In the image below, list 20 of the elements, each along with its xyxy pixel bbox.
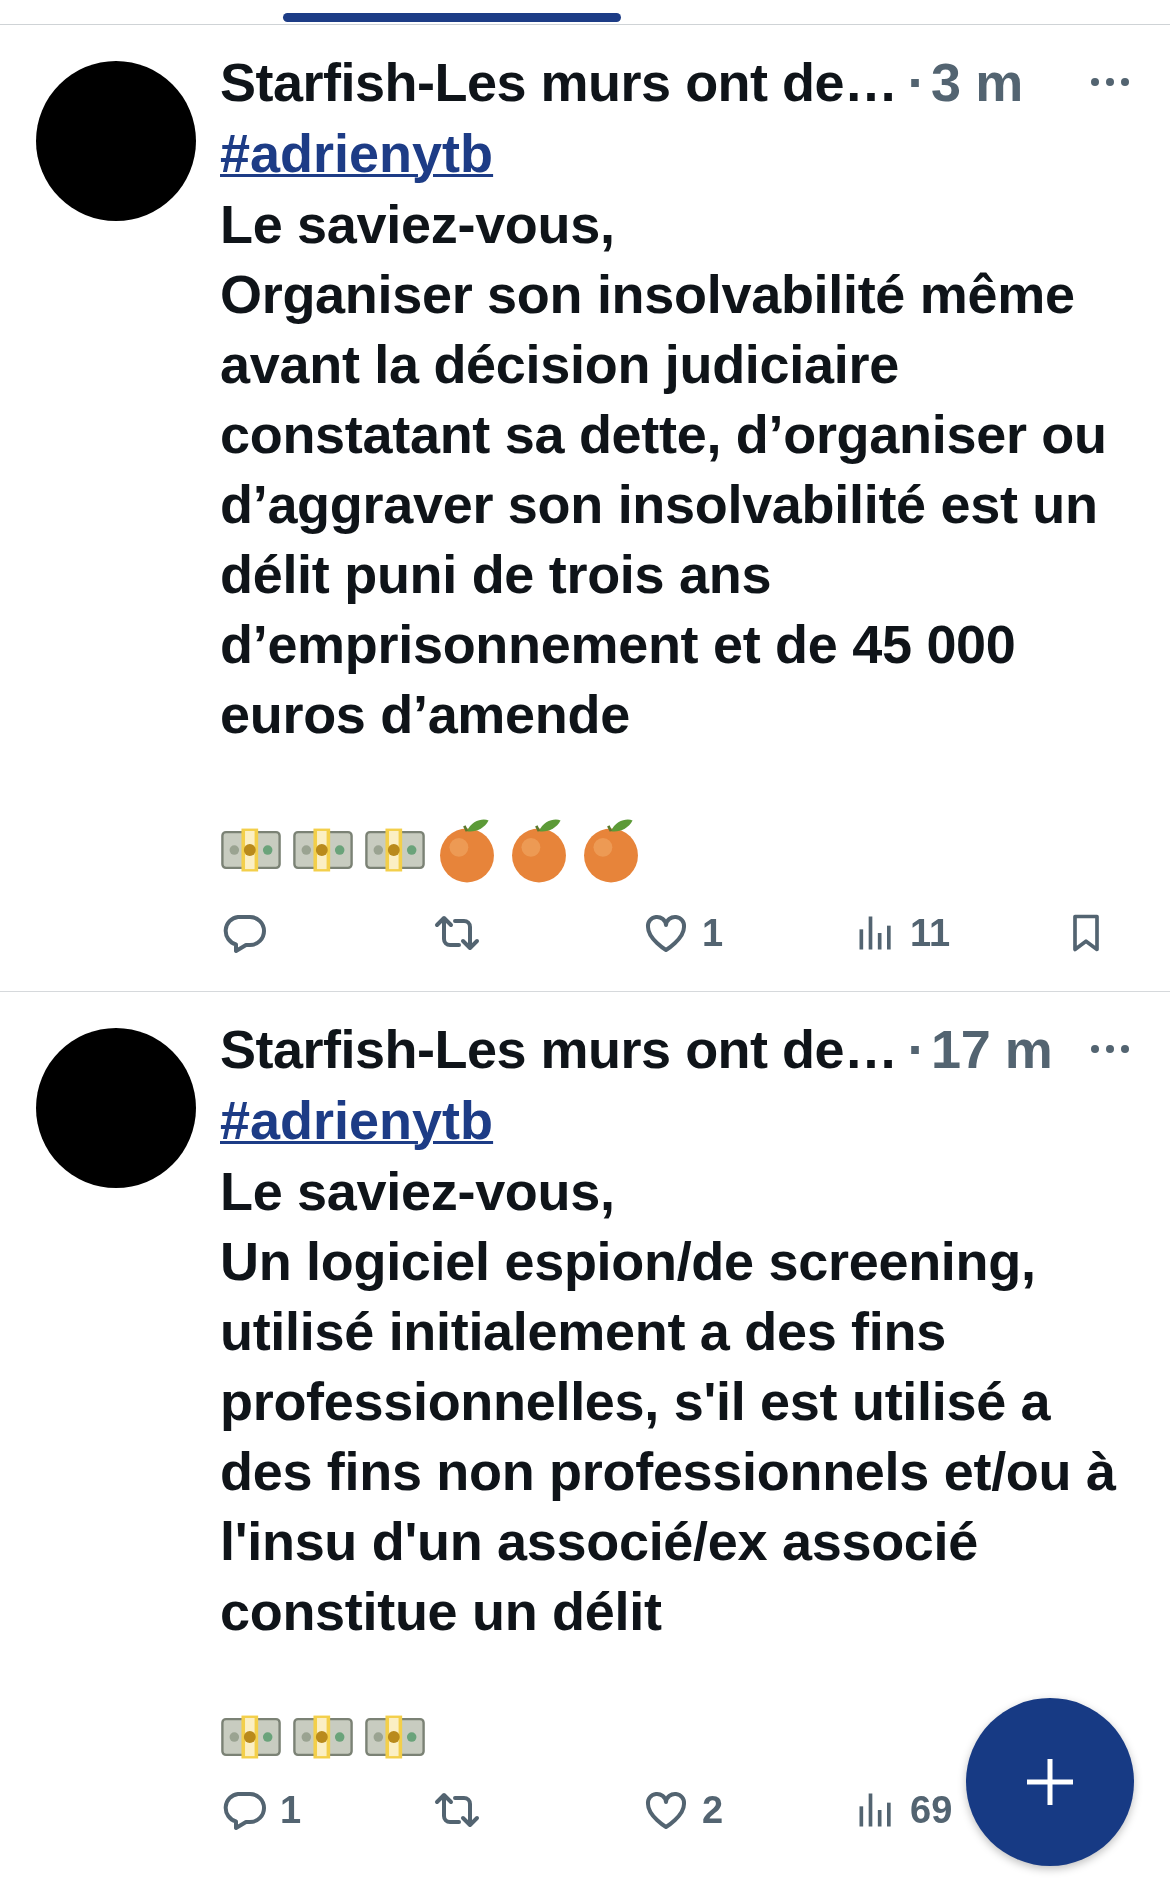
- more-icon[interactable]: [1090, 1044, 1130, 1055]
- post-time: 3 m: [931, 51, 1023, 113]
- author-name[interactable]: Starfish-Les murs ont de…: [220, 1018, 898, 1081]
- like-button[interactable]: 1: [642, 905, 724, 962]
- reply-button[interactable]: 1: [220, 1782, 302, 1839]
- views-button[interactable]: 11: [854, 905, 951, 962]
- post-text: Un logiciel espion/de screening, utilisé initialement a des fins professionnelles, s'il est utilisé a des fins non professionnels et/ou à l'insu d'un associé/ex associé constitue un délit: [220, 1230, 1118, 1644]
- separator-dot: ·: [907, 51, 926, 113]
- post-text: Organiser son insolvabilité même avant la décision judiciaire constatant sa dette, d’organiser ou d’aggraver son insolvabilité est un délit puni de trois ans d’emprisonnement et de 45 000 euros d’amende: [220, 263, 1108, 746]
- more-icon[interactable]: [1090, 77, 1130, 87]
- author-name[interactable]: Starfish-Les murs ont de…: [220, 51, 898, 113]
- post-text: Le saviez-vous,: [220, 193, 616, 256]
- hashtag-link[interactable]: #adrienytb: [220, 1084, 494, 1157]
- hashtag-link[interactable]: #adrienytb: [220, 117, 494, 189]
- like-button[interactable]: 2: [642, 1782, 724, 1839]
- views-button[interactable]: 69: [854, 1782, 953, 1839]
- post-time: 17 m: [931, 1018, 1053, 1081]
- plus-icon: [1025, 1757, 1075, 1807]
- separator-dot: ·: [907, 1018, 926, 1081]
- post-text: Le saviez-vous,: [220, 1160, 616, 1224]
